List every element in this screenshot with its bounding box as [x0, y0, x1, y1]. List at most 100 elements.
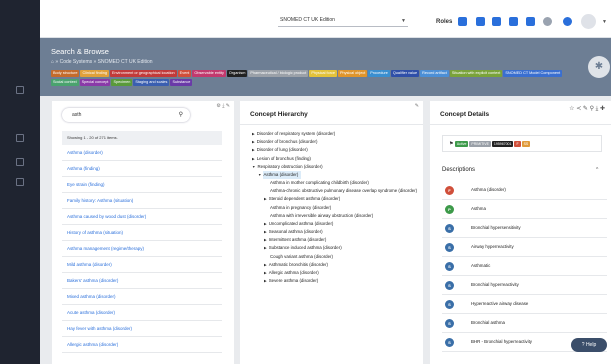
semantic-tag[interactable]: Organism: [226, 70, 248, 77]
expand-arrow-icon[interactable]: ▶: [264, 246, 267, 250]
result-item[interactable]: Mixed asthma (disorder): [62, 289, 222, 305]
semantic-tag[interactable]: Environment or geographical location: [109, 70, 177, 77]
semantic-tag[interactable]: Physical object: [337, 70, 368, 77]
result-item[interactable]: Family history: Asthma (situation): [62, 193, 222, 209]
semantic-tag[interactable]: Record artifact: [420, 70, 449, 77]
breadcrumb-text[interactable]: » Code Systems » SNOMED CT UK Edition: [55, 59, 152, 65]
expand-arrow-icon[interactable]: ▶: [264, 222, 267, 226]
tree-node[interactable]: ▶ Allergic asthma (disorder): [252, 269, 420, 277]
building-icon[interactable]: [526, 17, 535, 26]
expand-arrow-icon[interactable]: ▶: [264, 271, 267, 275]
semantic-tag[interactable]: SNOMED CT Model Component: [503, 70, 563, 77]
list-view-icon[interactable]: [458, 17, 467, 26]
chevron-down-icon[interactable]: ▼: [602, 19, 607, 25]
result-item[interactable]: Mild asthma (disorder): [62, 257, 222, 273]
result-item[interactable]: Bakers' asthma (disorder): [62, 273, 222, 289]
semantic-tag[interactable]: Social context: [51, 79, 79, 86]
description-row[interactable]: S Asthmatic: [442, 257, 607, 276]
description-row[interactable]: S Bronchial asthma: [442, 314, 607, 333]
description-row[interactable]: P Asthma: [442, 200, 607, 219]
chevron-up-icon[interactable]: ^: [596, 167, 598, 173]
page-banner: Search & Browse ⌂ » Code Systems » SNOME…: [40, 38, 611, 96]
expand-arrow-icon[interactable]: ▶: [264, 279, 267, 283]
collapse-arrow-icon[interactable]: ▼: [258, 173, 261, 177]
help-button[interactable]: ? Help: [571, 338, 607, 352]
tree-node[interactable]: ▶ Steroid dependent asthma (disorder): [252, 195, 420, 203]
result-item[interactable]: Asthma (finding): [62, 161, 222, 177]
tree-node[interactable]: ▶ Lesion of bronchus (finding): [252, 155, 420, 163]
tree-node[interactable]: ▶ Uncomplicated asthma (disorder): [252, 220, 420, 228]
expand-arrow-icon[interactable]: ▶: [252, 132, 255, 136]
result-item[interactable]: Asthma management (regime/therapy): [62, 241, 222, 257]
tools-icon[interactable]: ✱: [588, 56, 610, 78]
tree-node[interactable]: ▶ Disorder of bronchus (disorder): [252, 138, 420, 146]
document-icon[interactable]: [16, 134, 24, 142]
description-row[interactable]: S Airway hyperreactivity: [442, 238, 607, 257]
description-row[interactable]: F Asthma (disorder): [442, 181, 607, 200]
tree-node[interactable]: ▼ Asthma (disorder): [252, 171, 420, 180]
settings-icon[interactable]: [543, 17, 552, 26]
semantic-tag[interactable]: Pharmaceutical / biologic product: [248, 70, 309, 77]
list-icon[interactable]: [16, 158, 24, 166]
description-row[interactable]: S Bronchial hypersensitivity: [442, 219, 607, 238]
result-item[interactable]: Asthma caused by wood dust (disorder): [62, 209, 222, 225]
expand-arrow-icon[interactable]: ▶: [264, 197, 267, 201]
semantic-tag[interactable]: Body structure: [51, 70, 80, 77]
tree-node[interactable]: Asthma with irreversible airway obstruct…: [252, 212, 420, 220]
expand-arrow-icon[interactable]: ▶: [264, 238, 267, 242]
tree-node[interactable]: Asthma in pregnancy (disorder): [252, 204, 420, 212]
description-row[interactable]: S Hyperreactive airway disease: [442, 295, 607, 314]
details-toolbar[interactable]: ☆ ≺ ✎ ⚲ ⤓ ✚: [569, 105, 605, 113]
tree-node[interactable]: Asthma-chronic obstructive pulmonary dis…: [252, 187, 420, 195]
tree-node[interactable]: Asthma in mother complicating childbirth…: [252, 179, 420, 187]
semantic-tag[interactable]: Staging and scales: [133, 79, 170, 86]
result-item[interactable]: Eye strain (finding): [62, 177, 222, 193]
semantic-tag[interactable]: Substance: [170, 79, 193, 86]
avatar[interactable]: [581, 14, 596, 29]
tree-node[interactable]: ▶ Disorder of lung (disorder): [252, 146, 420, 154]
edition-select[interactable]: SNOMED CT UK Edition ▼: [278, 17, 408, 27]
semantic-tag[interactable]: Observable entity: [192, 70, 226, 77]
package-icon[interactable]: [492, 17, 501, 26]
hierarchy-icon[interactable]: [509, 17, 518, 26]
semantic-tag[interactable]: Specimen: [111, 79, 133, 86]
semantic-tag[interactable]: Situation with explicit context: [449, 70, 503, 77]
app-sidebar: [0, 0, 40, 364]
semantic-tag[interactable]: Clinical finding: [80, 70, 109, 77]
expand-arrow-icon[interactable]: ▶: [252, 157, 255, 161]
expand-arrow-icon[interactable]: ▶: [252, 148, 255, 152]
tree-node[interactable]: ▶ Severe asthma (disorder): [252, 277, 420, 285]
clipboard-icon[interactable]: [476, 17, 485, 26]
tree-node[interactable]: ▶ Asthmatic bronchitis (disorder): [252, 261, 420, 269]
search-input[interactable]: asth ⚲: [62, 108, 190, 122]
semantic-tag[interactable]: Special concept: [79, 79, 111, 86]
result-item[interactable]: Hay fever with asthma (disorder): [62, 321, 222, 337]
expand-arrow-icon[interactable]: ▶: [264, 263, 267, 267]
semantic-tag[interactable]: Procedure: [368, 70, 390, 77]
semantic-tag[interactable]: Qualifier value: [390, 70, 420, 77]
tree-node[interactable]: ▶ Intermittent asthma (disorder): [252, 236, 420, 244]
expand-arrow-icon[interactable]: ▶: [252, 140, 255, 144]
result-item[interactable]: Asthma (disorder): [62, 145, 222, 161]
panel-tools[interactable]: ⚙ ⤓ ✎: [216, 103, 230, 109]
help-icon[interactable]: [563, 17, 572, 26]
semantic-tag[interactable]: Event: [177, 70, 192, 77]
result-item[interactable]: History of asthma (situation): [62, 225, 222, 241]
tree-node[interactable]: ▶ Substance induced asthma (disorder): [252, 244, 420, 252]
home-icon[interactable]: [16, 86, 24, 94]
result-item[interactable]: Allergic asthma (disorder): [62, 337, 222, 353]
result-item[interactable]: Acute asthma (disorder): [62, 305, 222, 321]
expand-arrow-icon[interactable]: ▶: [264, 230, 267, 234]
file-icon[interactable]: [16, 178, 24, 186]
collapse-arrow-icon[interactable]: ▼: [252, 165, 255, 169]
search-icon[interactable]: ⚲: [179, 108, 183, 122]
tree-node[interactable]: Cough variant asthma (disorder): [252, 253, 420, 261]
semantic-tag[interactable]: Physical force: [309, 70, 337, 77]
tree-node[interactable]: ▶ Seasonal asthma (disorder): [252, 228, 420, 236]
roles-label[interactable]: Roles: [436, 19, 452, 25]
home-icon[interactable]: ⌂: [51, 59, 54, 65]
tree-node[interactable]: ▼ Respiratory obstruction (disorder): [252, 163, 420, 171]
description-row[interactable]: S Bronchial hyperreactivity: [442, 276, 607, 295]
tree-node[interactable]: ▶ Disorder of respiratory system (disorde…: [252, 130, 420, 138]
description-text: Asthma (disorder): [471, 187, 506, 192]
